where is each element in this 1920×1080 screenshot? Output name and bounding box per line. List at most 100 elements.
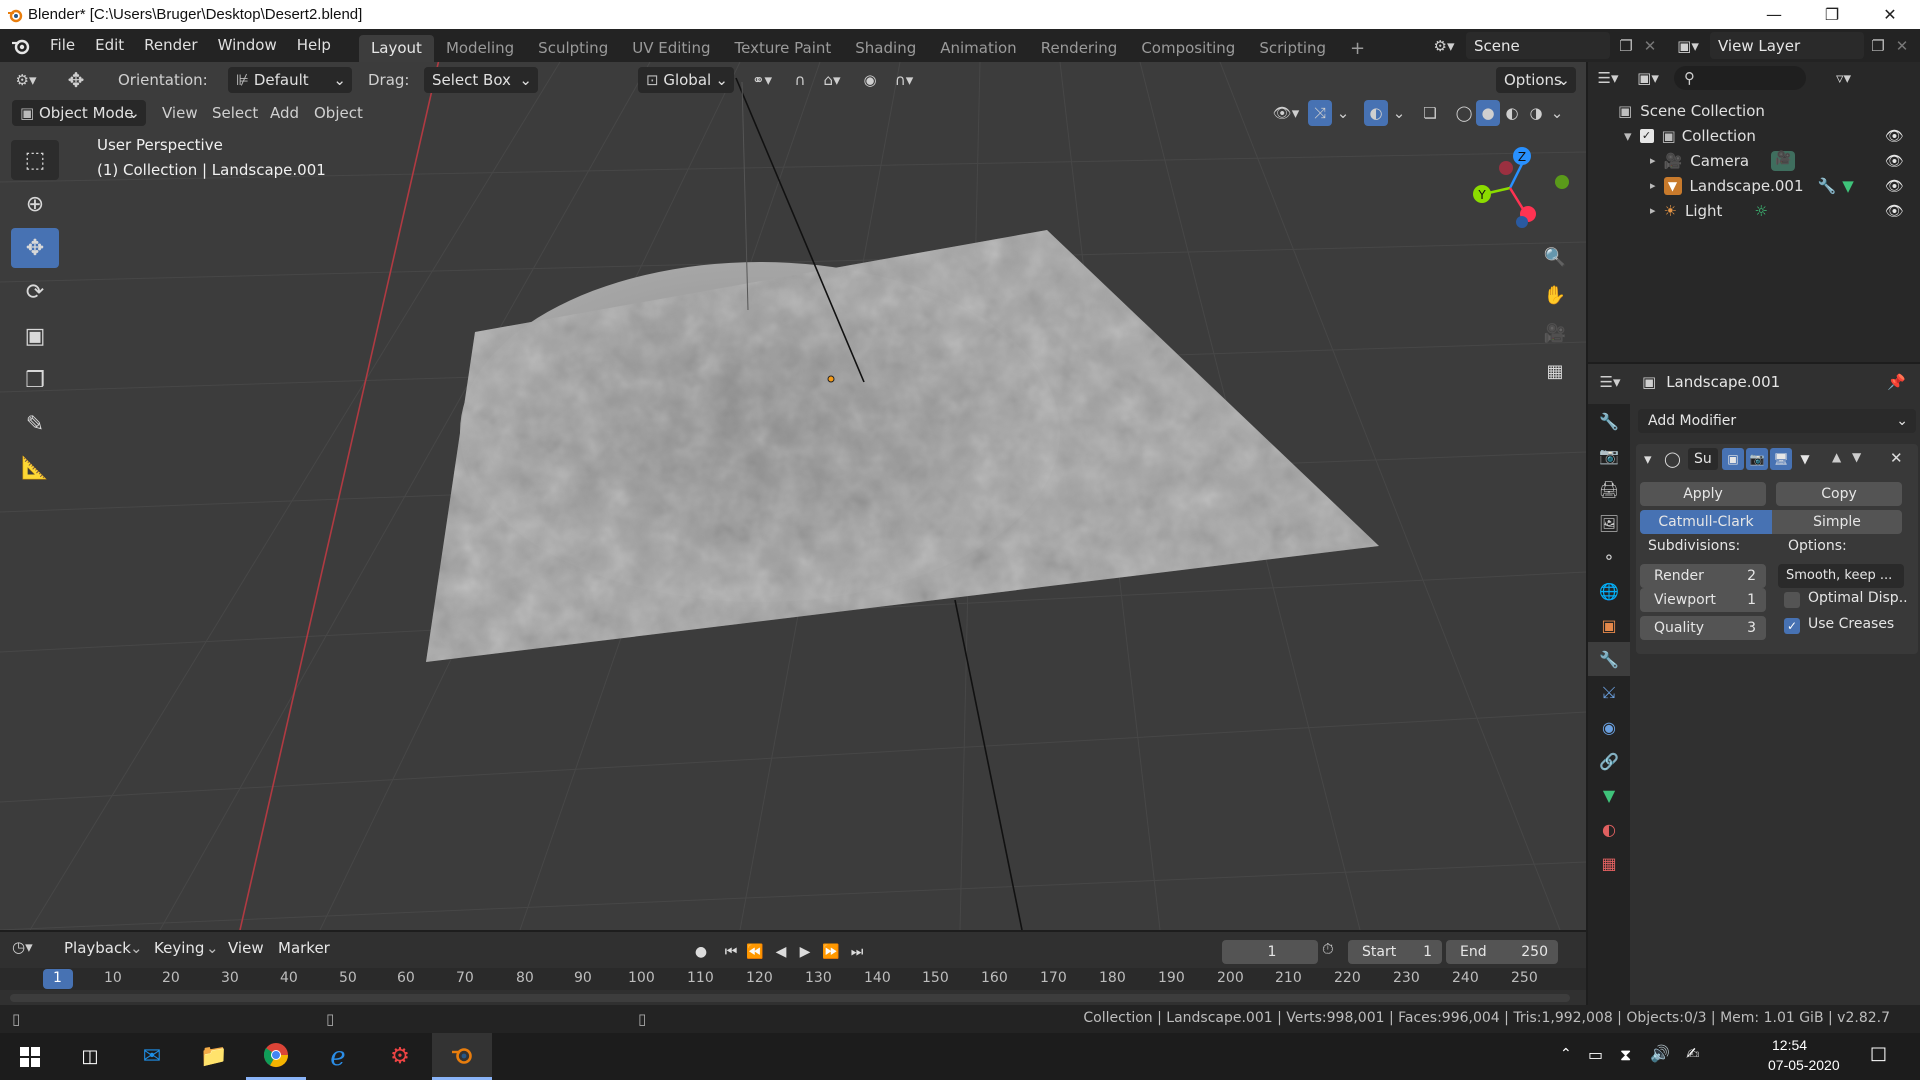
editmode-display-icon[interactable]: ▣: [1722, 448, 1744, 470]
scale-icon[interactable]: ▣: [11, 316, 59, 356]
outliner-scene-collection[interactable]: ▣ Scene Collection: [1588, 98, 1918, 123]
tab-animation[interactable]: Animation: [928, 35, 1028, 62]
view-layer-selector-icon[interactable]: ▣▾: [1670, 34, 1706, 58]
material-tab-icon[interactable]: ◐: [1588, 812, 1630, 846]
tab-shading[interactable]: Shading: [843, 35, 928, 62]
select-box-icon[interactable]: ⬚: [11, 140, 59, 180]
apply-button[interactable]: Apply: [1640, 482, 1766, 506]
navigation-gizmo[interactable]: Z Y: [1462, 142, 1572, 252]
move-down-icon[interactable]: ▼: [1852, 450, 1861, 464]
copy-button[interactable]: Copy: [1776, 482, 1902, 506]
task-view-icon[interactable]: ◫: [60, 1033, 120, 1080]
menu-playback[interactable]: Playback: [64, 939, 131, 957]
tab-texture-paint[interactable]: Texture Paint: [722, 35, 843, 62]
view-layer-field[interactable]: View Layer: [1710, 32, 1864, 59]
jump-end-icon[interactable]: ⏭: [846, 940, 868, 964]
wifi-icon[interactable]: ⧗: [1620, 1045, 1631, 1065]
modifier-name-input[interactable]: Su: [1688, 448, 1718, 470]
tab-uv-editing[interactable]: UV Editing: [620, 35, 722, 62]
disclosure-triangle-icon[interactable]: ▸: [1650, 154, 1656, 167]
timeline-editor-type-icon[interactable]: ◷▾: [12, 938, 33, 956]
on-cage-toggle-icon[interactable]: ▼: [1794, 448, 1816, 470]
quality-field[interactable]: Quality 3: [1640, 616, 1766, 640]
close-icon[interactable]: ✕: [1861, 0, 1919, 29]
rotate-icon[interactable]: ⟳: [11, 272, 59, 312]
collapse-triangle-icon[interactable]: ▾: [1644, 450, 1652, 468]
menu-view[interactable]: View: [162, 100, 198, 126]
drag-dropdown[interactable]: Select Box ⌄: [424, 66, 538, 93]
outliner-item-light[interactable]: ▸ ☀ Light ☼ 👁: [1588, 198, 1918, 223]
clock-date[interactable]: 07-05-2020: [1768, 1057, 1840, 1073]
object-tab-icon[interactable]: ▣: [1588, 608, 1630, 642]
next-keyframe-icon[interactable]: ⏩: [820, 940, 842, 964]
tab-rendering[interactable]: Rendering: [1029, 35, 1130, 62]
particles-tab-icon[interactable]: ⤩: [1588, 676, 1630, 710]
measure-icon[interactable]: 📐: [11, 448, 59, 488]
restore-icon[interactable]: ❐: [1803, 0, 1861, 29]
battery-icon[interactable]: ▭: [1588, 1045, 1603, 1064]
minimize-icon[interactable]: —: [1745, 0, 1803, 29]
chrome-icon[interactable]: [246, 1033, 306, 1080]
blender-menu-icon[interactable]: [0, 37, 40, 55]
prev-keyframe-icon[interactable]: ⏪: [744, 940, 766, 964]
eye-icon[interactable]: 👁: [1885, 177, 1904, 195]
transform-orientation-dropdown[interactable]: ⊡ Global ⌄: [638, 66, 734, 93]
data-tab-icon[interactable]: ▼: [1588, 778, 1630, 812]
view-layer-tab-icon[interactable]: 🖼: [1588, 506, 1630, 540]
volume-icon[interactable]: 🔊: [1650, 1044, 1670, 1063]
end-frame-field[interactable]: End 250: [1446, 940, 1558, 964]
ortho-grid-icon[interactable]: ▦: [1538, 354, 1572, 388]
timeline-scrollbar[interactable]: [10, 994, 1570, 1002]
editor-type-icon[interactable]: ⚙▾: [12, 67, 40, 93]
menu-timeline-view[interactable]: View: [228, 939, 264, 957]
eye-icon[interactable]: 👁: [1885, 127, 1904, 145]
options-dropdown[interactable]: Options ⌄: [1496, 66, 1576, 93]
delete-view-layer-icon[interactable]: ✕: [1892, 34, 1912, 58]
solid-shading-icon[interactable]: ●: [1476, 100, 1500, 126]
tab-sculpting[interactable]: Sculpting: [526, 35, 620, 62]
tab-compositing[interactable]: Compositing: [1129, 35, 1247, 62]
physics-tab-icon[interactable]: ◉: [1588, 710, 1630, 744]
xray-icon[interactable]: ❏: [1418, 100, 1442, 126]
new-scene-icon[interactable]: ❐: [1614, 34, 1638, 58]
menu-object[interactable]: Object: [314, 100, 363, 126]
zoom-icon[interactable]: 🔍: [1538, 240, 1572, 274]
rendered-shading-icon[interactable]: ◑: [1524, 100, 1548, 126]
chevron-down-icon[interactable]: ⌄: [1390, 100, 1408, 126]
constraints-tab-icon[interactable]: 🔗: [1588, 744, 1630, 778]
3d-viewport[interactable]: ⚙▾ ✥ Orientation: ⊯ Default ⌄ Drag: Sele…: [0, 62, 1586, 930]
annotate-icon[interactable]: ✎: [11, 404, 59, 444]
outliner-item-collection[interactable]: ▾ ✓ ▣ Collection 👁: [1588, 123, 1918, 148]
camera-view-icon[interactable]: 🎥: [1538, 316, 1572, 350]
outliner-search-input[interactable]: ⚲: [1674, 66, 1806, 90]
output-tab-icon[interactable]: 🖨: [1588, 472, 1630, 506]
menu-window[interactable]: Window: [208, 29, 287, 62]
move-icon[interactable]: ✥: [11, 228, 59, 268]
camera-render-toggle-icon[interactable]: 📷: [1746, 448, 1768, 470]
pivot-point-icon[interactable]: ⚭▾: [744, 67, 780, 93]
menu-add[interactable]: Add: [270, 100, 299, 126]
delete-scene-icon[interactable]: ✕: [1640, 34, 1660, 58]
internet-explorer-icon[interactable]: e: [308, 1033, 368, 1080]
show-hidden-icons-icon[interactable]: ⌃: [1560, 1046, 1572, 1062]
overlays-icon[interactable]: ◐: [1364, 100, 1388, 126]
tool-tab-icon[interactable]: 🔧: [1588, 404, 1630, 438]
falloff-icon[interactable]: ∩▾: [886, 67, 922, 93]
tab-scripting[interactable]: Scripting: [1247, 35, 1338, 62]
transform-icon[interactable]: ❒: [11, 360, 59, 400]
monitor-realtime-toggle-icon[interactable]: 🖥: [1770, 448, 1792, 470]
modifier-tab-icon[interactable]: 🔧: [1588, 642, 1630, 676]
properties-editor-type-icon[interactable]: ☰▾: [1588, 373, 1632, 391]
light-data-icon[interactable]: ☼: [1754, 202, 1767, 220]
scene-selector-icon[interactable]: ⚙▾: [1428, 34, 1460, 58]
pin-icon[interactable]: 📌: [1887, 373, 1906, 391]
chevron-down-icon[interactable]: ⌄: [1548, 100, 1566, 126]
notifications-icon[interactable]: □: [1870, 1043, 1887, 1064]
file-explorer-icon[interactable]: 📁: [184, 1033, 244, 1080]
menu-render[interactable]: Render: [134, 29, 207, 62]
pen-icon[interactable]: ✍: [1686, 1044, 1699, 1063]
outliner-editor-type-icon[interactable]: ☰▾: [1588, 69, 1628, 87]
orientation-dropdown[interactable]: ⊯ Default ⌄: [228, 66, 352, 93]
render-levels-field[interactable]: Render 2: [1640, 564, 1766, 588]
menu-select[interactable]: Select: [212, 100, 258, 126]
